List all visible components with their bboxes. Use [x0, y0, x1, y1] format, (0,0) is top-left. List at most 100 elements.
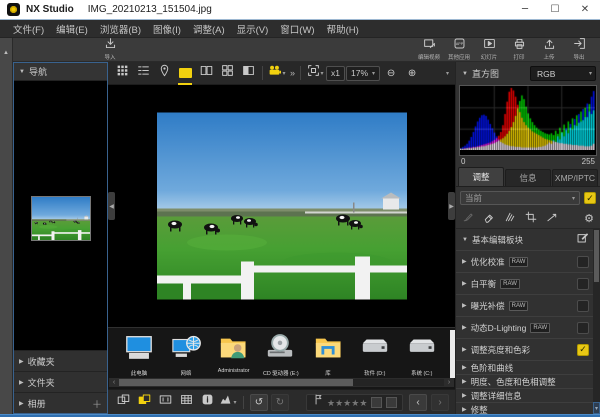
filmstrip-item[interactable]: 系统 (C:) [400, 332, 445, 377]
scroll-left-icon[interactable]: ‹ [109, 378, 119, 387]
menu-item[interactable]: 编辑(E) [51, 21, 93, 37]
toolbar-action-slideshow[interactable]: 幻灯片 [474, 38, 504, 61]
image-view-button[interactable] [175, 64, 195, 83]
zoom-1to1-button[interactable]: x1 [326, 66, 345, 81]
right-panel-collapse-button[interactable]: ▾ [446, 70, 449, 77]
thumbnail-list-view-button[interactable] [133, 64, 153, 83]
show-grid-button[interactable] [177, 394, 195, 411]
sync-view-button-active[interactable] [135, 394, 153, 411]
import-button[interactable]: 导入 [95, 38, 125, 61]
tab-xmp-iptc[interactable]: XMP/IPTC [552, 169, 598, 186]
zoom-in-button[interactable]: ⊕ [402, 64, 422, 83]
zoom-level-dropdown[interactable]: 17%▾ [346, 66, 380, 81]
toolbar-action-print[interactable]: 打印 [504, 38, 534, 61]
adjustment-section-row[interactable]: ▶ 曝光补偿 RAW [456, 295, 593, 317]
filmstrip-item[interactable]: CD 驱动器 (E:) [258, 332, 303, 377]
sidebar-item-albums[interactable]: ▶ 相册 ＋ [14, 392, 107, 413]
scrollbar-thumb[interactable] [119, 379, 353, 386]
menu-item[interactable]: 窗口(W) [275, 21, 319, 37]
section-checkbox[interactable] [577, 278, 589, 290]
scroll-right-icon[interactable]: › [444, 378, 454, 387]
scroll-down-icon[interactable]: ▾ [593, 402, 600, 414]
crop-tool-icon[interactable] [525, 210, 537, 228]
filmstrip-horizontal-scrollbar[interactable]: ‹ › [109, 378, 454, 387]
menu-item[interactable]: 帮助(H) [322, 21, 364, 37]
nav-palette-header[interactable]: ▼ 导航 [14, 63, 107, 81]
section-checkbox[interactable]: ✓ [577, 344, 589, 356]
undo-button[interactable]: ↺ [250, 394, 268, 411]
gear-icon[interactable]: ⚙ [584, 212, 594, 225]
compare-view-button[interactable] [114, 394, 132, 411]
navigation-thumbnail[interactable] [31, 196, 91, 241]
show-histogram-button[interactable]: ▾ [219, 394, 237, 411]
section-checkbox[interactable] [577, 322, 589, 334]
photo-pasture-cows[interactable] [157, 113, 407, 300]
adjustment-section-row[interactable]: ▶ 优化校准 RAW [456, 251, 593, 273]
menu-item[interactable]: 图像(I) [148, 21, 186, 37]
preset-dropdown[interactable]: 当前▾ [460, 191, 580, 205]
color-control-point-icon[interactable] [504, 210, 516, 228]
scrollbar-thumb[interactable] [594, 230, 599, 282]
menu-item[interactable]: 调整(A) [188, 21, 230, 37]
minimize-button[interactable]: ─ [510, 0, 540, 19]
thumbnail-grid-view-button[interactable] [112, 64, 132, 83]
sidebar-item-folders[interactable]: ▶ 文件夹 [14, 371, 107, 392]
adjustment-section-row[interactable]: ▶ 动态D-Lighting RAW [456, 317, 593, 339]
maximize-button[interactable]: ☐ [540, 0, 570, 19]
close-button[interactable]: ✕ [570, 0, 600, 19]
filmstrip-toggle-button[interactable]: ▾ [267, 64, 287, 83]
toolbar-action-upload[interactable]: 上传 [534, 38, 564, 61]
more-tools-button[interactable]: » [288, 68, 296, 78]
flag-icon[interactable] [312, 393, 325, 411]
two-up-view-button[interactable] [196, 64, 216, 83]
collapse-right-panel-handle[interactable]: ▶ [448, 192, 455, 220]
zoom-out-button[interactable]: ⊖ [381, 64, 401, 83]
picker-tool-icon[interactable] [462, 210, 474, 228]
show-info-button[interactable] [198, 394, 216, 411]
adjustment-section-row[interactable]: ▶ 调整详细信息 [456, 389, 593, 403]
collapse-left-panel-handle[interactable]: ◀ [108, 192, 115, 220]
toolbar-action-editvideo[interactable]: 编辑视频 [414, 38, 444, 61]
filmstrip-item[interactable]: 此电脑 [116, 332, 161, 377]
menu-item[interactable]: 文件(F) [8, 21, 49, 37]
show-frame-button[interactable] [156, 394, 174, 411]
filmstrip-item[interactable]: 库 [305, 332, 350, 377]
star-rating[interactable]: ★★★★★ [327, 393, 367, 411]
sidebar-item-favorites[interactable]: ▶ 收藏夹 [14, 350, 107, 371]
sections-scrollbar[interactable]: ▾ [593, 229, 600, 414]
tab-adjust[interactable]: 调整 [458, 167, 504, 186]
toolbar-action-export[interactable]: 导出 [564, 38, 594, 61]
straighten-tool-icon[interactable] [546, 210, 558, 228]
histogram-channel-dropdown[interactable]: RGB▾ [530, 66, 596, 81]
tag-button[interactable] [386, 397, 397, 408]
adjustment-section-row[interactable]: ▶ 调整亮度和色彩 ✓ [456, 339, 593, 361]
adjustment-section-row[interactable]: ▶ 白平衡 RAW [456, 273, 593, 295]
map-view-button[interactable] [154, 64, 174, 83]
image-canvas[interactable]: ◀ ▶ [108, 85, 455, 327]
histogram-header[interactable]: ▼ 直方图 RGB▾ [456, 62, 600, 85]
adjustment-section-row[interactable]: ▶ 修整 [456, 403, 593, 414]
basic-edit-section-header[interactable]: ▼ 基本编辑板块 [456, 229, 593, 251]
add-album-button[interactable]: ＋ [92, 396, 102, 411]
filmstrip-item[interactable]: Administrator [211, 332, 256, 374]
next-image-button[interactable]: › [431, 394, 449, 411]
section-checkbox[interactable] [577, 300, 589, 312]
label-box-button[interactable] [371, 397, 382, 408]
previous-image-button[interactable]: ‹ [409, 394, 427, 411]
tab-info[interactable]: 信息 [505, 169, 551, 186]
adjustment-section-row[interactable]: ▶ 色阶和曲线 [456, 361, 593, 375]
before-after-view-button[interactable] [238, 64, 258, 83]
filmstrip-item[interactable]: 软件 (D:) [352, 332, 397, 377]
edit-list-icon[interactable] [576, 231, 589, 249]
apply-adjustments-checkbox[interactable]: ✓ [584, 192, 596, 204]
menu-item[interactable]: 显示(V) [232, 21, 274, 37]
adjustment-section-row[interactable]: ▶ 明度、色度和色相调整 [456, 375, 593, 389]
toolbar-action-apps[interactable]: APP 其他应用 [444, 38, 474, 61]
menu-item[interactable]: 浏览器(B) [95, 21, 146, 37]
section-checkbox[interactable] [577, 256, 589, 268]
redo-button[interactable]: ↻ [271, 394, 289, 411]
retouch-brush-icon[interactable] [483, 210, 495, 228]
fit-to-screen-button[interactable]: ▾ [305, 64, 325, 83]
left-panel-collapse-strip[interactable]: ▲ [0, 38, 13, 414]
filmstrip-item[interactable]: 网络 [163, 332, 208, 377]
